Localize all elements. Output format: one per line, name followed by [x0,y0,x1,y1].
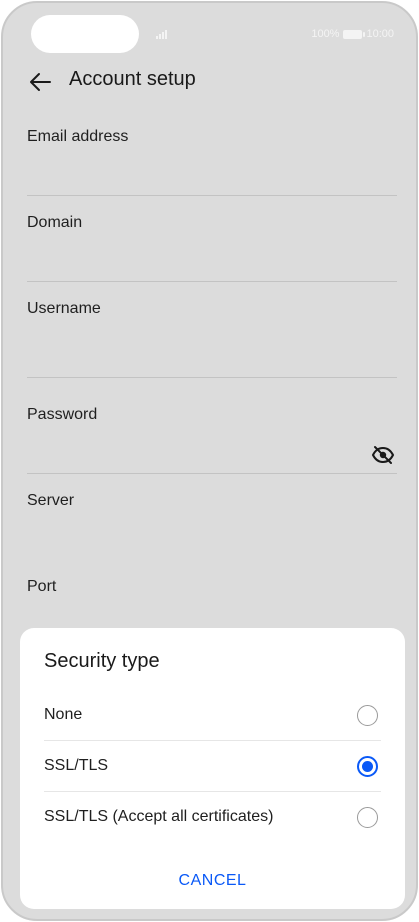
signal-icon [156,29,170,39]
arrow-left-icon [30,73,51,91]
port-label: Port [27,578,57,595]
phone-screen: 100% 10:00 Account setup Email address D… [1,1,418,921]
email-input[interactable] [27,146,397,180]
password-field: Password [27,406,397,458]
password-label: Password [27,406,98,423]
eye-off-icon [371,446,395,464]
security-option-ssl-tls[interactable]: SSL/TLS [20,741,405,791]
dialog-title: Security type [44,650,160,672]
security-option-ssl-tls-accept-all[interactable]: SSL/TLS (Accept all certificates) [20,792,405,842]
camera-cutout [31,15,139,53]
password-input[interactable] [27,424,397,458]
page-title: Account setup [69,68,196,90]
radio-button[interactable] [357,704,378,726]
email-field: Email address [27,128,397,180]
email-label: Email address [27,128,129,145]
username-label: Username [27,300,101,317]
radio-button-selected[interactable] [357,755,378,777]
device: 100% 10:00 Account setup Email address D… [0,0,419,922]
domain-divider [27,281,397,282]
option-label: SSL/TLS (Accept all certificates) [44,808,274,825]
battery-icon [343,29,366,39]
option-label: None [44,706,83,723]
app-bar: Account setup [3,59,416,103]
radio-button[interactable] [357,806,378,828]
battery-percent: 100% [311,28,340,40]
cancel-button[interactable]: CANCEL [160,866,265,896]
security-type-dialog: Security type None SSL/TLS SSL/TLS (Acce… [20,628,405,909]
server-label: Server [27,492,75,509]
domain-field: Domain [27,214,397,266]
status-bar-right: 100% 10:00 [311,26,394,42]
port-field: Port [27,578,397,596]
password-divider [27,473,397,474]
server-field: Server [27,492,397,544]
toggle-password-visibility-button[interactable] [369,444,397,466]
username-field: Username [27,300,397,352]
back-button[interactable] [25,67,55,97]
username-divider [27,377,397,378]
security-option-none[interactable]: None [20,690,405,740]
option-label: SSL/TLS [44,757,109,774]
server-input[interactable] [27,510,397,544]
email-divider [27,195,397,196]
domain-input[interactable] [27,232,397,266]
clock: 10:00 [366,28,394,40]
username-input[interactable] [27,318,397,352]
domain-label: Domain [27,214,83,231]
